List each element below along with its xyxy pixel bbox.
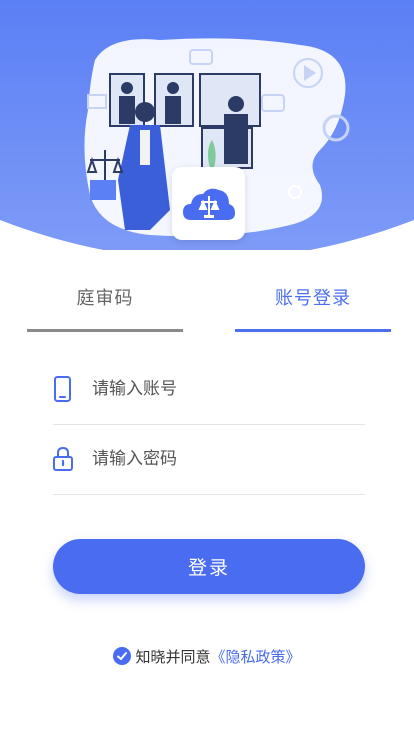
tab-court-code-underline <box>27 329 183 332</box>
app-logo <box>172 167 245 240</box>
account-input[interactable] <box>92 372 352 406</box>
login-button[interactable]: 登录 <box>53 539 365 594</box>
privacy-agreement: 知晓并同意 《隐私政策》 <box>0 645 414 667</box>
tab-account-login-label: 账号登录 <box>275 288 351 309</box>
account-field <box>53 354 365 425</box>
tab-court-code[interactable]: 庭审码 <box>27 278 183 332</box>
agreement-text: 知晓并同意 <box>135 647 211 666</box>
tab-account-login-underline <box>235 329 391 332</box>
check-icon <box>117 652 128 660</box>
privacy-policy-link[interactable]: 《隐私政策》 <box>211 646 301 667</box>
lock-icon <box>53 446 73 471</box>
app-logo-icon <box>182 188 235 220</box>
password-field <box>53 424 365 495</box>
tab-account-login[interactable]: 账号登录 <box>235 278 391 332</box>
login-tabs: 庭审码 账号登录 <box>0 278 414 332</box>
phone-icon <box>54 376 71 402</box>
password-input[interactable] <box>92 442 352 476</box>
tab-court-code-label: 庭审码 <box>76 288 134 309</box>
agreement-checkbox[interactable] <box>113 647 132 665</box>
